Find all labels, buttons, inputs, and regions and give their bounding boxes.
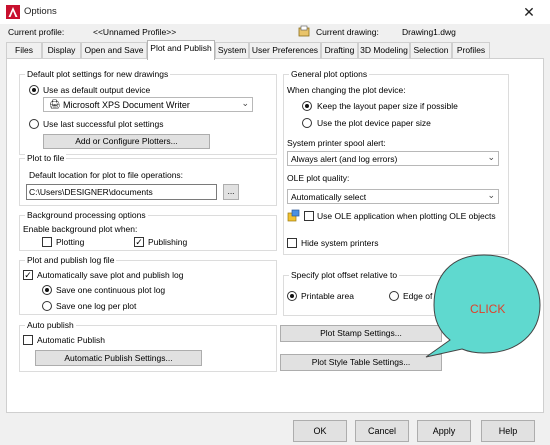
add-configure-plotters-button[interactable]: Add or Configure Plotters... bbox=[43, 134, 210, 149]
apply-button[interactable]: Apply bbox=[417, 420, 471, 442]
ole-quality-label: OLE plot quality: bbox=[287, 173, 350, 183]
plot-stamp-settings-button[interactable]: Plot Stamp Settings... bbox=[280, 325, 442, 342]
tab-display[interactable]: Display bbox=[42, 42, 81, 59]
tab-files[interactable]: Files bbox=[6, 42, 42, 59]
title-bar: Options ✕ bbox=[0, 0, 550, 24]
spool-alert-label: System printer spool alert: bbox=[287, 138, 386, 148]
printable-area-radio[interactable] bbox=[287, 291, 297, 301]
chevron-down-icon: ⌄ bbox=[487, 152, 495, 162]
printer-icon: 🖨 bbox=[49, 99, 61, 109]
current-drawing-value: Drawing1.dwg bbox=[402, 27, 456, 37]
tab-user-preferences[interactable]: User Preferences bbox=[249, 42, 321, 59]
ole-icon bbox=[287, 209, 300, 222]
use-default-radio[interactable] bbox=[29, 85, 39, 95]
enable-background-label: Enable background plot when: bbox=[23, 224, 138, 234]
tab-profiles[interactable]: Profiles bbox=[452, 42, 490, 59]
help-button[interactable]: Help bbox=[481, 420, 535, 442]
current-profile-value: <<Unnamed Profile>> bbox=[93, 27, 177, 37]
plot-to-file-title: Plot to file bbox=[25, 153, 67, 163]
window-title: Options bbox=[24, 6, 57, 17]
plotting-checkbox[interactable] bbox=[42, 237, 52, 247]
plot-offset-title: Specify plot offset relative to bbox=[289, 270, 400, 280]
ole-quality-value: Automatically select bbox=[291, 192, 367, 202]
output-device-select[interactable]: 🖨 Microsoft XPS Document Writer ⌄ bbox=[43, 97, 253, 112]
cancel-button[interactable]: Cancel bbox=[355, 420, 409, 442]
continuous-log-label: Save one continuous plot log bbox=[56, 285, 166, 295]
tab-3d-modeling[interactable]: 3D Modeling bbox=[358, 42, 410, 59]
use-device-paper-radio[interactable] bbox=[302, 118, 312, 128]
default-plot-group: Default plot settings for new drawings U… bbox=[19, 69, 277, 155]
publishing-checkbox[interactable]: ✓ bbox=[134, 237, 144, 247]
continuous-log-radio[interactable] bbox=[42, 285, 52, 295]
close-icon[interactable]: ✕ bbox=[514, 3, 544, 21]
plot-file-location-input[interactable]: C:\Users\DESIGNER\documents bbox=[26, 184, 217, 200]
general-plot-options-title: General plot options bbox=[289, 69, 370, 79]
autocad-logo-icon bbox=[6, 5, 20, 19]
tab-system[interactable]: System bbox=[215, 42, 249, 59]
spool-alert-select[interactable]: Always alert (and log errors) ⌄ bbox=[287, 151, 499, 166]
auto-save-log-checkbox[interactable]: ✓ bbox=[23, 270, 33, 280]
ole-quality-select[interactable]: Automatically select ⌄ bbox=[287, 189, 499, 204]
per-plot-log-radio[interactable] bbox=[42, 301, 52, 311]
when-changing-label: When changing the plot device: bbox=[287, 85, 406, 95]
auto-publish-title: Auto publish bbox=[25, 320, 76, 330]
plot-to-file-group: Plot to file Default location for plot t… bbox=[19, 153, 277, 206]
plot-style-table-settings-button[interactable]: Plot Style Table Settings... bbox=[280, 354, 442, 371]
background-processing-title: Background processing options bbox=[25, 210, 148, 220]
plotting-label: Plotting bbox=[56, 237, 85, 247]
use-last-radio[interactable] bbox=[29, 119, 39, 129]
use-device-paper-label: Use the plot device paper size bbox=[317, 118, 431, 128]
auto-save-log-label: Automatically save plot and publish log bbox=[37, 270, 184, 280]
drawing-icon bbox=[298, 25, 310, 37]
edge-of-paper-radio[interactable] bbox=[389, 291, 399, 301]
general-plot-options-group: General plot options When changing the p… bbox=[283, 69, 509, 255]
tab-panel: Default plot settings for new drawings U… bbox=[6, 58, 544, 413]
keep-layout-radio[interactable] bbox=[302, 101, 312, 111]
current-drawing-label: Current drawing: bbox=[316, 27, 379, 37]
output-device-value: Microsoft XPS Document Writer bbox=[63, 100, 190, 110]
automatic-publish-checkbox[interactable] bbox=[23, 335, 33, 345]
chevron-down-icon: ⌄ bbox=[241, 98, 249, 108]
ok-button[interactable]: OK bbox=[293, 420, 347, 442]
per-plot-log-label: Save one log per plot bbox=[56, 301, 137, 311]
keep-layout-label: Keep the layout paper size if possible bbox=[317, 101, 458, 111]
use-ole-checkbox[interactable] bbox=[304, 211, 314, 221]
hide-printers-label: Hide system printers bbox=[301, 238, 379, 248]
chevron-down-icon: ⌄ bbox=[487, 190, 495, 200]
plot-to-file-label: Default location for plot to file operat… bbox=[29, 170, 184, 180]
log-file-title: Plot and publish log file bbox=[25, 255, 117, 265]
tab-plot-and-publish[interactable]: Plot and Publish bbox=[147, 40, 215, 60]
click-callout-text: CLICK bbox=[470, 302, 506, 316]
background-processing-group: Background processing options Enable bac… bbox=[19, 210, 277, 251]
automatic-publish-label: Automatic Publish bbox=[37, 335, 106, 345]
use-last-label: Use last successful plot settings bbox=[43, 119, 164, 129]
hide-printers-checkbox[interactable] bbox=[287, 238, 297, 248]
auto-publish-group: Auto publish Automatic Publish Automatic… bbox=[19, 320, 277, 372]
tab-selection[interactable]: Selection bbox=[410, 42, 452, 59]
log-file-group: Plot and publish log file ✓ Automaticall… bbox=[19, 255, 277, 315]
default-plot-title: Default plot settings for new drawings bbox=[25, 69, 171, 79]
tab-drafting[interactable]: Drafting bbox=[321, 42, 358, 59]
use-default-label: Use as default output device bbox=[43, 85, 151, 95]
browse-button[interactable]: ... bbox=[223, 184, 239, 200]
current-profile-label: Current profile: bbox=[8, 27, 65, 37]
printable-area-label: Printable area bbox=[301, 291, 354, 301]
use-ole-label: Use OLE application when plotting OLE ob… bbox=[317, 211, 496, 221]
tab-open-and-save[interactable]: Open and Save bbox=[81, 42, 147, 59]
spool-alert-value: Always alert (and log errors) bbox=[291, 154, 398, 164]
publishing-label: Publishing bbox=[148, 237, 188, 247]
automatic-publish-settings-button[interactable]: Automatic Publish Settings... bbox=[35, 350, 202, 366]
